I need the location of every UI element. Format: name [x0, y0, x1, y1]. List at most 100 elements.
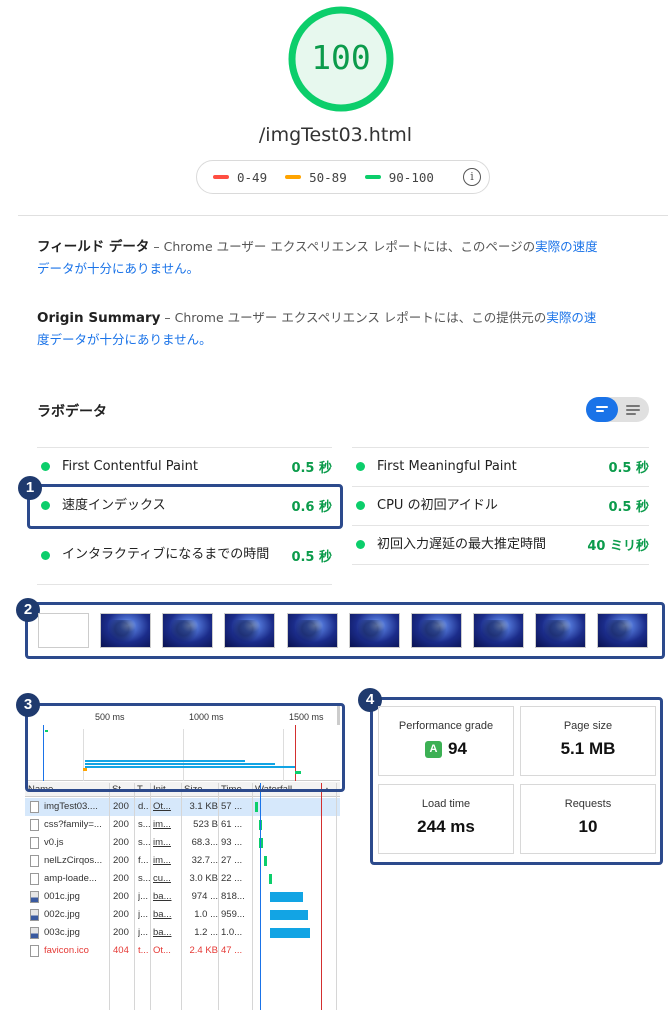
- pass-dot-icon: [356, 501, 365, 510]
- request-name: nelLzCirqos...: [44, 855, 103, 866]
- request-status: 200: [113, 909, 129, 920]
- request-status: 200: [113, 819, 129, 830]
- annotation-box-1: [27, 484, 343, 529]
- legend-item-poor: 0-49: [213, 170, 267, 185]
- origin-summary-section: Origin Summary – Chrome ユーザー エクスペリエンス レポ…: [37, 307, 607, 351]
- request-type: s...: [138, 837, 151, 848]
- table-row[interactable]: v0.js 200 s... im... 68.3... 93 ...: [25, 834, 340, 852]
- file-icon: [30, 873, 39, 885]
- annotation-badge-1: 1: [18, 476, 42, 500]
- waterfall-bar: [264, 856, 268, 866]
- request-type: t...: [138, 945, 149, 956]
- section-divider: [18, 215, 668, 216]
- grade-badge: A: [425, 741, 443, 758]
- filmstrip-frame: [349, 613, 400, 648]
- table-row[interactable]: imgTest03.... 200 d.. Ot... 3.1 KB 57 ...: [25, 798, 340, 816]
- pass-dot-icon: [356, 540, 365, 549]
- request-size: 2.4 KB: [189, 945, 218, 956]
- request-size: 32.7...: [191, 855, 218, 866]
- pass-dot-icon: [356, 462, 365, 471]
- request-time: 959...: [221, 909, 245, 920]
- request-type: s...: [138, 819, 151, 830]
- waterfall-bar: [269, 874, 273, 884]
- table-row[interactable]: amp-loade... 200 s... cu... 3.0 KB 22 ...: [25, 870, 340, 888]
- legend-item-good: 90-100: [364, 170, 434, 185]
- table-row[interactable]: 003c.jpg 200 j... ba... 1.2 ... 1.0...: [25, 924, 340, 942]
- request-initiator[interactable]: im...: [153, 852, 171, 870]
- page-size-card: Page size 5.1 MB: [520, 706, 656, 776]
- table-row[interactable]: 001c.jpg 200 j... ba... 974 ... 818...: [25, 888, 340, 906]
- request-size: 1.2 ...: [194, 927, 218, 938]
- request-time: 61 ...: [221, 819, 243, 830]
- request-name: 001c.jpg: [44, 891, 80, 902]
- metric-time-to-interactive: インタラクティブになるまでの時間 0.5 秒: [37, 531, 332, 579]
- request-initiator[interactable]: im...: [153, 834, 171, 852]
- request-type: d..: [138, 801, 149, 812]
- request-time: 818...: [221, 891, 245, 902]
- waterfall-bar: [270, 892, 303, 902]
- request-time: 47 ...: [221, 945, 243, 956]
- performance-score: 100: [311, 38, 371, 77]
- request-name: v0.js: [44, 837, 64, 848]
- metric-max-potential-fid: 初回入力遅延の最大推定時間 40 ミリ秒: [352, 525, 649, 564]
- request-status: 200: [113, 873, 129, 884]
- request-status: 200: [113, 891, 129, 902]
- request-name: 003c.jpg: [44, 927, 80, 938]
- table-row[interactable]: css?family=... 200 s... im... 523 B 61 ...: [25, 816, 340, 834]
- request-time: 1.0...: [221, 927, 243, 938]
- table-row[interactable]: favicon.ico 404 t... Ot... 2.4 KB 47 ...: [25, 942, 340, 960]
- request-initiator[interactable]: ba...: [153, 888, 172, 906]
- waterfall-bar: [270, 928, 310, 938]
- load-time-value: 244 ms: [417, 817, 475, 836]
- pass-dot-icon: [41, 550, 50, 560]
- request-name: 002c.jpg: [44, 909, 80, 920]
- field-data-text: – Chrome ユーザー エクスペリエンス レポートには、このページの: [149, 239, 536, 254]
- request-initiator[interactable]: ba...: [153, 906, 172, 924]
- pass-dot-icon: [41, 462, 50, 471]
- requests-value: 10: [578, 817, 598, 836]
- filmstrip-frame: [38, 613, 89, 648]
- request-initiator[interactable]: cu...: [153, 870, 171, 888]
- request-name: imgTest03....: [44, 801, 98, 812]
- request-type: j...: [138, 927, 149, 938]
- info-icon[interactable]: i: [463, 168, 481, 186]
- request-status: 200: [113, 927, 129, 938]
- request-time: 27 ...: [221, 855, 243, 866]
- file-icon: [30, 819, 39, 831]
- field-data-title: フィールド データ: [37, 239, 150, 255]
- requests-card: Requests 10: [520, 784, 656, 854]
- file-icon: [30, 855, 39, 867]
- annotation-badge-3: 3: [16, 693, 40, 717]
- request-size: 1.0 ...: [194, 909, 218, 920]
- request-size: 974 ...: [191, 891, 218, 902]
- waterfall-bar: [270, 910, 309, 920]
- image-icon: [30, 909, 39, 921]
- request-type: j...: [138, 891, 149, 902]
- field-data-section: フィールド データ – Chrome ユーザー エクスペリエンス レポートには、…: [37, 236, 607, 280]
- performance-grade-label: Performance grade: [398, 720, 494, 732]
- annotation-box-3: [25, 703, 345, 792]
- view-toggle[interactable]: [586, 397, 649, 422]
- metric-first-contentful-paint: First Contentful Paint 0.5 秒: [37, 447, 332, 486]
- request-size: 3.1 KB: [189, 801, 218, 812]
- performance-grade-value: 94: [448, 739, 467, 758]
- request-initiator[interactable]: im...: [153, 816, 171, 834]
- filmstrip-frame: [100, 613, 151, 648]
- request-status: 200: [113, 837, 129, 848]
- metric-first-cpu-idle: CPU の初回アイドル 0.5 秒: [352, 486, 649, 525]
- request-initiator[interactable]: Ot...: [153, 798, 171, 816]
- request-initiator[interactable]: ba...: [153, 924, 172, 942]
- requests-label: Requests: [564, 798, 612, 810]
- file-icon: [30, 801, 39, 813]
- table-row[interactable]: nelLzCirqos... 200 f... im... 32.7... 27 ...: [25, 852, 340, 870]
- request-initiator[interactable]: Ot...: [153, 942, 171, 960]
- request-status: 200: [113, 801, 129, 812]
- filmstrip-frame: [162, 613, 213, 648]
- request-size: 68.3...: [191, 837, 218, 848]
- filmstrip-frame: [287, 613, 338, 648]
- image-icon: [30, 927, 39, 939]
- table-row[interactable]: 002c.jpg 200 j... ba... 1.0 ... 959...: [25, 906, 340, 924]
- lab-data-title: ラボデータ: [37, 404, 107, 420]
- annotation-badge-2: 2: [16, 598, 40, 622]
- filmstrip-frame: [224, 613, 275, 648]
